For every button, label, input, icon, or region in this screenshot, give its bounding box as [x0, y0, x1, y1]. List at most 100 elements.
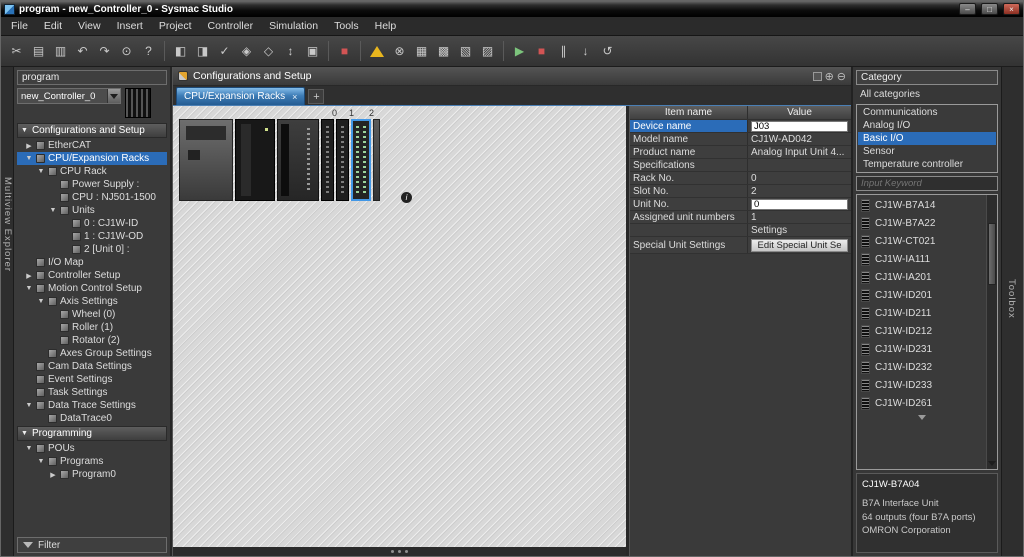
reset-icon[interactable]: ↺ [597, 42, 618, 61]
tab-close-icon[interactable]: × [292, 92, 297, 102]
scroll-more-indicator[interactable] [858, 412, 985, 422]
tree-item-unit-1[interactable]: 1 : CJ1W-OD [17, 230, 167, 243]
maximize-button[interactable]: □ [981, 3, 998, 15]
tree-item-cpu-rack[interactable]: ▼CPU Rack [17, 165, 167, 178]
filter-bar[interactable]: Filter [17, 537, 167, 553]
close-button[interactable]: × [1003, 3, 1020, 15]
cross-reference-icon[interactable]: ▩ [433, 42, 454, 61]
tree-item-cpu-expansion-racks[interactable]: ▼CPU/Expansion Racks [17, 152, 167, 165]
tree-item-axes-group-settings[interactable]: Axes Group Settings [17, 347, 167, 360]
check-program-icon[interactable]: ✓ [214, 42, 235, 61]
toolbox-item-cj1w-id232[interactable]: CJ1W-ID232 [858, 358, 985, 376]
undo-icon[interactable]: ↶ [72, 42, 93, 61]
zoom-in-icon[interactable]: ⊕ [825, 70, 834, 83]
go-offline-icon[interactable]: ◇ [258, 42, 279, 61]
help-icon[interactable]: ? [138, 42, 159, 61]
tree-item-program0[interactable]: ▶Program0 [17, 468, 167, 481]
step-icon[interactable]: ↓ [575, 42, 596, 61]
menu-project[interactable]: Project [151, 18, 200, 34]
property-row-assigned-unit-numbers[interactable]: Assigned unit numbers 1 [630, 211, 851, 224]
io-module-a[interactable] [277, 119, 319, 201]
toolbox-item-cj1w-ct021[interactable]: CJ1W-CT021 [858, 232, 985, 250]
menu-simulation[interactable]: Simulation [261, 18, 326, 34]
tree-item-units[interactable]: ▼Units [17, 204, 167, 217]
tree-item-wheel[interactable]: Wheel (0) [17, 308, 167, 321]
multiview-explorer-strip[interactable]: Multiview Explorer [1, 67, 14, 556]
tree-item-controller-setup[interactable]: ▶Controller Setup [17, 269, 167, 282]
tree-item-roller[interactable]: Roller (1) [17, 321, 167, 334]
scroll-down-icon[interactable] [987, 458, 997, 469]
go-online-icon[interactable]: ◈ [236, 42, 257, 61]
cpu-module[interactable] [235, 119, 275, 201]
toolbox-item-cj1w-id261[interactable]: CJ1W-ID261 [858, 394, 985, 412]
synchronize-icon[interactable]: ↕ [280, 42, 301, 61]
category-all-categories[interactable]: All categories [856, 88, 998, 101]
unit-no-input[interactable] [751, 199, 848, 210]
property-row-device-name[interactable]: Device name [630, 120, 851, 133]
end-cover[interactable] [373, 119, 380, 201]
category-sensor[interactable]: Sensor [858, 145, 996, 158]
property-row-specifications[interactable]: Specifications [630, 159, 851, 172]
device-name-input[interactable] [751, 121, 848, 132]
tree-item-programs[interactable]: ▼Programs [17, 455, 167, 468]
unit-module-0[interactable] [321, 119, 334, 201]
simulation-pause-icon[interactable]: ∥ [553, 42, 574, 61]
section-configurations-and-setup[interactable]: ▼ Configurations and Setup [17, 123, 167, 138]
unit-list-scrollbar[interactable] [986, 195, 997, 469]
error-list-icon[interactable]: ⊗ [389, 42, 410, 61]
power-supply-module[interactable] [179, 119, 233, 201]
menu-edit[interactable]: Edit [36, 18, 70, 34]
search-icon[interactable]: ⊙ [116, 42, 137, 61]
rack-canvas[interactable]: 0 1 2 i [173, 106, 626, 556]
property-row-model-name[interactable]: Model name CJ1W-AD042 [630, 133, 851, 146]
build-icon[interactable]: ◧ [170, 42, 191, 61]
tree-item-unit-0[interactable]: 0 : CJ1W-ID [17, 217, 167, 230]
category-analog-io[interactable]: Analog I/O [858, 119, 996, 132]
toolbox-item-cj1w-id201[interactable]: CJ1W-ID201 [858, 286, 985, 304]
toolbox-item-cj1w-id212[interactable]: CJ1W-ID212 [858, 322, 985, 340]
zoom-out-icon[interactable]: ⊖ [837, 70, 846, 83]
edit-special-unit-settings-button[interactable]: Edit Special Unit Se [751, 239, 848, 252]
menu-view[interactable]: View [70, 18, 109, 34]
toolbox-item-cj1w-id231[interactable]: CJ1W-ID231 [858, 340, 985, 358]
menu-file[interactable]: File [3, 18, 36, 34]
menu-tools[interactable]: Tools [326, 18, 367, 34]
tree-item-datatrace0[interactable]: DataTrace0 [17, 412, 167, 425]
minimize-button[interactable]: – [959, 3, 976, 15]
tree-item-power-supply[interactable]: Power Supply : [17, 178, 167, 191]
watch-window-icon[interactable]: ▦ [411, 42, 432, 61]
tree-item-unit-2[interactable]: 2 [Unit 0] : [17, 243, 167, 256]
toolbox-item-cj1w-ia201[interactable]: CJ1W-IA201 [858, 268, 985, 286]
toolbox-item-cj1w-id233[interactable]: CJ1W-ID233 [858, 376, 985, 394]
menu-insert[interactable]: Insert [109, 18, 151, 34]
simulation-run-icon[interactable]: ▶ [509, 42, 530, 61]
tree-item-pous[interactable]: ▼POUs [17, 442, 167, 455]
unit-module-2-selected[interactable] [351, 119, 371, 201]
info-icon[interactable]: i [401, 192, 412, 203]
canvas-hscrollbar[interactable] [173, 547, 626, 556]
scrollbar-thumb[interactable] [988, 223, 996, 285]
section-programming[interactable]: ▼ Programming [17, 426, 167, 441]
category-basic-io[interactable]: Basic I/O [858, 132, 996, 145]
pin-icon[interactable] [813, 72, 822, 81]
property-row-product-name[interactable]: Product name Analog Input Unit 4... [630, 146, 851, 159]
property-row-unit-no[interactable]: Unit No. [630, 198, 851, 211]
warning-icon[interactable] [370, 46, 384, 57]
toolbox-item-cj1w-id211[interactable]: CJ1W-ID211 [858, 304, 985, 322]
tree-item-axis-settings[interactable]: ▼Axis Settings [17, 295, 167, 308]
rebuild-icon[interactable]: ◨ [192, 42, 213, 61]
toolbox-item-cj1w-b7a22[interactable]: CJ1W-B7A22 [858, 214, 985, 232]
property-row-rack-no[interactable]: Rack No. 0 [630, 172, 851, 185]
event-log-icon[interactable]: ▧ [455, 42, 476, 61]
tree-item-event-settings[interactable]: Event Settings [17, 373, 167, 386]
category-temperature-controller[interactable]: Temperature controller [858, 158, 996, 171]
tree-item-cpu[interactable]: CPU : NJ501-1500 [17, 191, 167, 204]
keyword-search-input[interactable] [856, 176, 998, 191]
simulation-stop-icon[interactable]: ■ [531, 42, 552, 61]
paste-icon[interactable]: ▥ [50, 42, 71, 61]
property-row-slot-no[interactable]: Slot No. 2 [630, 185, 851, 198]
monitor-icon[interactable]: ▣ [302, 42, 323, 61]
toolbox-item-cj1w-ia111[interactable]: CJ1W-IA111 [858, 250, 985, 268]
toolbox-item-cj1w-b7a14[interactable]: CJ1W-B7A14 [858, 196, 985, 214]
add-tab-button[interactable]: + [308, 89, 324, 104]
